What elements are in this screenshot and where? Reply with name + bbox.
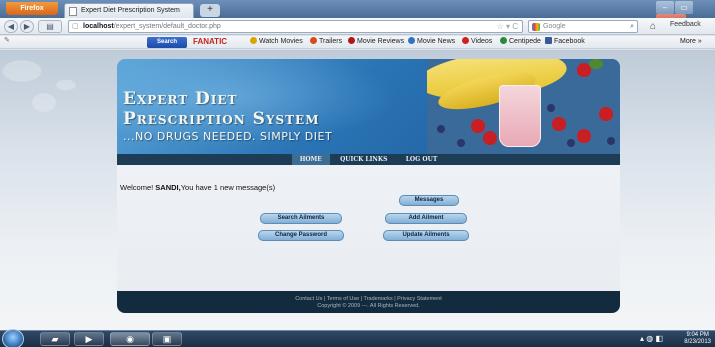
toolbar-item-watch-movies[interactable]: Watch Movies: [250, 36, 303, 48]
clock[interactable]: 9:04 PM 8/23/2013: [684, 332, 711, 346]
movie-icon: [250, 37, 257, 44]
blueberry-shape: [547, 104, 555, 112]
search-ailments-button[interactable]: Search Ailments: [260, 213, 342, 224]
fanatic-logo[interactable]: FANATIC: [193, 36, 227, 48]
menu-home[interactable]: HOME: [291, 154, 330, 165]
smoothie-fruit-image: [427, 59, 620, 154]
menu-quick-links[interactable]: QUICK LINKS: [332, 154, 395, 165]
strawberry-shape: [471, 119, 485, 133]
news-icon: [408, 37, 415, 44]
minimize-button[interactable]: –: [656, 1, 674, 14]
google-icon: [532, 23, 540, 31]
search-input[interactable]: Google ⌕: [528, 20, 638, 33]
toolbar-item-label: Movie Reviews: [357, 38, 405, 45]
toolbar-item-label: Trailers: [319, 38, 343, 45]
centipede-icon: [500, 37, 507, 44]
address-bar[interactable]: ▢ localhost/expert_system/default_doctor…: [68, 20, 523, 33]
strawberry-shape: [552, 117, 566, 131]
start-button[interactable]: [2, 329, 24, 347]
browser-tab-active[interactable]: Expert Diet Prescription System: [64, 3, 194, 18]
strawberry-shape: [577, 129, 591, 143]
system-tray-icons[interactable]: ▴ ◍ ◧: [640, 334, 663, 343]
site-logo: Expert Diet Prescription System ...NO DR…: [123, 89, 332, 145]
site-header: Expert Diet Prescription System ...NO DR…: [117, 59, 620, 154]
bookmarks-toolbar: ✎ Search FANATIC Watch Movies Trailers M…: [0, 36, 715, 49]
toolbar-search-button[interactable]: Search: [147, 37, 187, 48]
messages-button[interactable]: Messages: [399, 195, 459, 206]
welcome-prefix: Welcome!: [120, 183, 156, 192]
maximize-button[interactable]: ▭: [675, 1, 693, 14]
toolbar-item-label: Centipede: [509, 38, 541, 45]
facebook-icon: [545, 37, 552, 44]
navigation-bar: ◀ ▶ ▤ ▢ localhost/expert_system/default_…: [0, 18, 715, 35]
update-ailments-button[interactable]: Update Ailments: [383, 230, 469, 241]
firefox-taskbar-icon[interactable]: ◉: [110, 332, 150, 346]
clock-date: 8/23/2013: [684, 339, 711, 345]
welcome-message: Welcome! SANDI,You have 1 new message(s): [120, 183, 275, 192]
page-viewport: Expert Diet Prescription System ...NO DR…: [0, 50, 715, 330]
strawberry-shape: [599, 107, 613, 121]
window-controls: –▭✕: [655, 1, 715, 27]
footer-links[interactable]: Contact Us | Terms of Use | Trademarks |…: [117, 296, 620, 303]
toolbar-item-label: Watch Movies: [259, 38, 303, 45]
puzzle-icon: ✎: [4, 37, 10, 44]
windows-taskbar: ▰ ▶ ◉ ▣ ▴ ◍ ◧ 9:04 PM 8/23/2013: [0, 329, 715, 347]
review-icon: [348, 37, 355, 44]
site-footer: Contact Us | Terms of Use | Trademarks |…: [117, 291, 620, 313]
smoothie-glass: [499, 85, 541, 147]
clock-time: 9:04 PM: [686, 332, 709, 338]
media-player-taskbar-icon[interactable]: ▶: [74, 332, 104, 346]
toolbar-item-label: Facebook: [554, 38, 585, 45]
browser-title-bar: Firefox Expert Diet Prescription System …: [0, 0, 715, 27]
trailer-icon: [310, 37, 317, 44]
tab-title: Expert Diet Prescription System: [81, 7, 180, 14]
toolbar-item-trailers[interactable]: Trailers: [310, 36, 342, 48]
app-taskbar-icon[interactable]: ▣: [152, 332, 182, 346]
main-content: Welcome! SANDI,You have 1 new message(s)…: [117, 165, 620, 291]
blueberry-shape: [437, 125, 445, 133]
toolbar-item-movie-news[interactable]: Movie News: [408, 36, 455, 48]
video-icon: [462, 37, 469, 44]
logo-line-2: Prescription System: [123, 109, 320, 129]
toolbar-item-videos[interactable]: Videos: [462, 36, 492, 48]
firefox-menu-button[interactable]: Firefox: [6, 2, 58, 15]
blueberry-shape: [607, 137, 615, 145]
background-decoration: [0, 50, 110, 120]
blueberry-shape: [567, 139, 575, 147]
toolbar-more[interactable]: More »: [680, 36, 702, 48]
url-path: /expert_system/default_doctor.php: [113, 23, 221, 30]
logo-line-1: Expert Diet: [123, 89, 238, 109]
feedback-link[interactable]: Feedback: [670, 21, 701, 28]
explorer-taskbar-icon[interactable]: ▰: [40, 332, 70, 346]
page-icon: [69, 7, 77, 16]
home-icon[interactable]: ⌂: [650, 21, 656, 32]
change-password-button[interactable]: Change Password: [258, 230, 344, 241]
menu-log-out[interactable]: LOG OUT: [398, 154, 446, 165]
toolbar-item-label: Movie News: [417, 38, 456, 45]
blueberry-shape: [457, 139, 465, 147]
strawberry-shape: [483, 131, 497, 145]
footer-copyright: Copyright © 2009 ---. All Rights Reserve…: [317, 303, 420, 309]
page-icon: ▢: [72, 23, 79, 30]
star-icon[interactable]: ☆ ▾ C: [497, 21, 518, 32]
toolbar-item-movie-reviews[interactable]: Movie Reviews: [348, 36, 404, 48]
toolbar-item-centipede[interactable]: Centipede: [500, 36, 541, 48]
site-menu: HOME QUICK LINKS LOG OUT: [117, 154, 620, 165]
leaf-shape: [589, 59, 603, 69]
toolbar-more-label: More: [680, 38, 696, 45]
site-container: Expert Diet Prescription System ...NO DR…: [117, 59, 620, 313]
back-button[interactable]: ◀: [4, 20, 18, 33]
search-icon[interactable]: ⌕: [630, 21, 634, 32]
toolbar-item-label: Videos: [471, 38, 493, 45]
toolbar-item-facebook[interactable]: Facebook: [545, 36, 585, 48]
username: SANDI,: [155, 183, 181, 192]
add-ailment-button[interactable]: Add Ailment: [385, 213, 467, 224]
welcome-suffix: You have 1 new message(s): [180, 183, 276, 192]
new-tab-button[interactable]: +: [200, 4, 220, 17]
forward-button[interactable]: ▶: [20, 20, 34, 33]
search-placeholder: Google: [543, 23, 566, 30]
logo-tagline: ...NO DRUGS NEEDED. SIMPLY DIET: [123, 130, 333, 143]
url-host: localhost: [83, 23, 114, 30]
bookmarks-icon[interactable]: ▤: [38, 20, 62, 33]
